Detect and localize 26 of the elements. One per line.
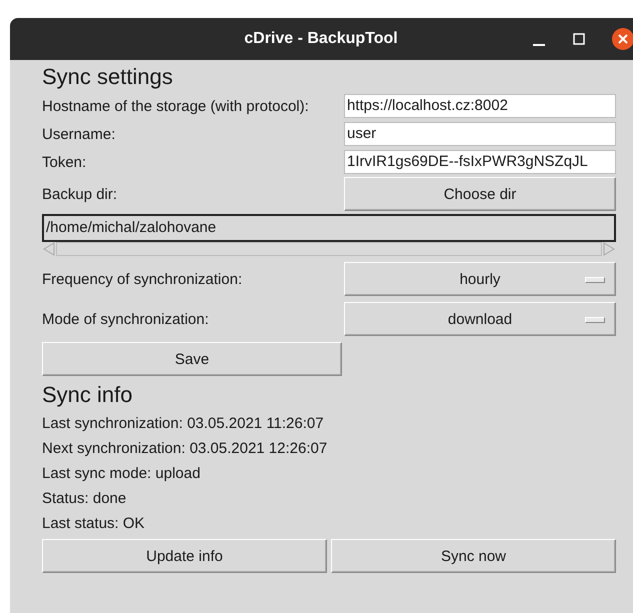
field-label: Backup dir:	[42, 186, 118, 202]
action-button[interactable]: Update info	[42, 539, 327, 573]
field-label: Username:	[42, 126, 116, 142]
window-title: cDrive - BackupTool	[243, 30, 399, 48]
dropdown[interactable]: hourly	[344, 262, 616, 296]
choose-dir-button[interactable]: Choose dir	[344, 177, 616, 211]
field-label: Frequency of synchronization:	[42, 270, 244, 288]
info-text: Next synchronization: 03.05.2021 12:26:07	[42, 440, 328, 458]
save-button[interactable]: Save	[42, 342, 342, 376]
path-field[interactable]: /home/michal/zalohovane	[42, 214, 616, 242]
info-text: Last synchronization: 03.05.2021 11:26:07	[42, 415, 325, 433]
info-text: Last status: OK	[42, 515, 146, 533]
field-label: Token:	[42, 154, 88, 170]
input-field[interactable]: https://localhost.cz:8002	[344, 94, 616, 118]
info-text: Status: done	[42, 490, 128, 508]
input-field[interactable]: user	[344, 122, 616, 146]
maximize-icon[interactable]	[573, 33, 585, 45]
close-icon[interactable]	[612, 28, 633, 50]
section-heading: Sync settings	[42, 64, 174, 90]
action-button[interactable]: Sync now	[331, 539, 616, 573]
dropdown[interactable]: download	[344, 302, 616, 336]
field-label: Mode of synchronization:	[42, 310, 210, 328]
info-text: Last sync mode: upload	[42, 465, 202, 483]
input-field[interactable]: 1IrvIR1gs69DE--fsIxPWR3gNSZqJL	[344, 150, 616, 174]
section-heading: Sync info	[42, 382, 134, 408]
field-label: Hostname of the storage (with protocol):	[42, 98, 310, 114]
